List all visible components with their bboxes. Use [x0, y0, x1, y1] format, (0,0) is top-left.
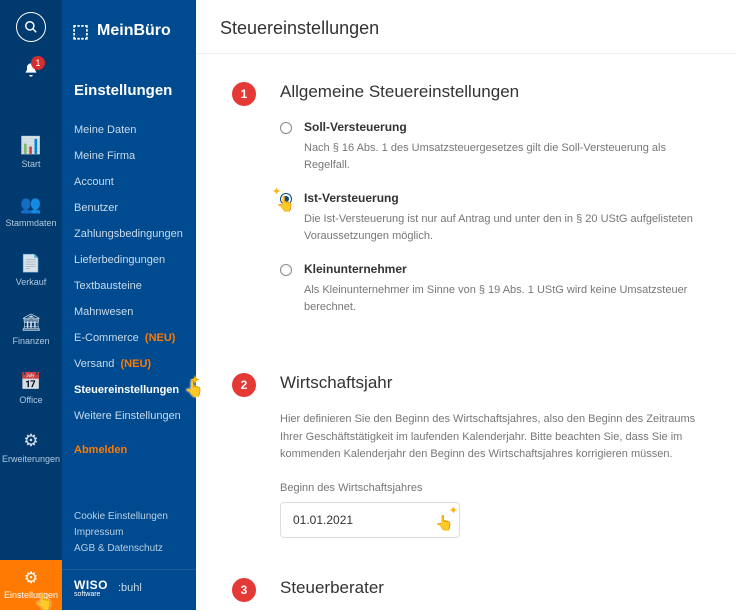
rail-stammdaten[interactable]: 👥 Stammdaten — [5, 195, 56, 228]
sidebar: ⬚ MeinBüro Einstellungen Meine Daten Mei… — [62, 0, 196, 610]
sidebar-item-steuer[interactable]: Steuereinstellungen ✦ 👆 — [62, 377, 196, 403]
sidebar-item-versand[interactable]: Versand (NEU) — [62, 351, 196, 377]
rail-settings[interactable]: ⚙ Einstellungen 👆 — [0, 560, 62, 610]
notif-badge: 1 — [31, 56, 45, 70]
chart-icon: 📊 — [20, 136, 41, 156]
radio-soll[interactable]: Soll-Versteuerung — [280, 120, 696, 134]
footer-agb[interactable]: AGB & Datenschutz — [74, 543, 184, 554]
doc-icon: 📄 — [20, 254, 41, 274]
section-badge-1: 1 — [232, 82, 256, 106]
bank-icon: 🏛 — [20, 313, 42, 333]
radio-icon — [280, 264, 292, 276]
sidebar-item-meine-firma[interactable]: Meine Firma — [62, 143, 196, 169]
people-icon: 👥 — [20, 195, 41, 215]
radio-soll-desc: Nach § 16 Abs. 1 des Umsatzsteuergesetze… — [304, 140, 696, 173]
sidebar-item-textbaust[interactable]: Textbausteine — [62, 273, 196, 299]
sidebar-title: Einstellungen — [62, 62, 196, 117]
sidebar-item-meine-daten[interactable]: Meine Daten — [62, 117, 196, 143]
fiscal-year-input[interactable]: 01.01.2021 — [280, 502, 460, 538]
extension-icon: ⚙ — [23, 431, 38, 451]
radio-ist-desc: Die Ist-Versteuerung ist nur auf Antrag … — [304, 211, 696, 244]
section-badge-2: 2 — [232, 373, 256, 397]
brand-icon: ⬚ — [72, 21, 89, 42]
section-general-tax: 1 Allgemeine Steuereinstellungen Soll-Ve… — [232, 82, 696, 333]
radio-icon — [280, 193, 292, 205]
rail-verkauf[interactable]: 📄 Verkauf — [16, 254, 47, 287]
icon-rail: 1 📊 Start 👥 Stammdaten 📄 Verkauf 🏛 Finan… — [0, 0, 62, 610]
section-tax-advisor: 3 Steuerberater Beraternummer 654321 👆 ✦ — [232, 578, 696, 610]
sidebar-item-liefer[interactable]: Lieferbedingungen — [62, 247, 196, 273]
sidebar-item-zahlung[interactable]: Zahlungsbedingungen — [62, 221, 196, 247]
main: Steuereinstellungen 1 Allgemeine Steuere… — [196, 0, 736, 610]
notifications-button[interactable]: 1 — [23, 62, 39, 81]
section-title-2: Wirtschaftsjahr — [280, 373, 696, 393]
fiscal-year-label: Beginn des Wirtschaftsjahres — [280, 482, 696, 494]
search-button[interactable] — [16, 12, 46, 42]
section-desc-2: Hier definieren Sie den Beginn des Wirts… — [280, 411, 696, 464]
section-title-1: Allgemeine Steuereinstellungen — [280, 82, 696, 102]
buhl-logo: :buhl — [118, 582, 142, 594]
sidebar-item-benutzer[interactable]: Benutzer — [62, 195, 196, 221]
radio-ist[interactable]: Ist-Versteuerung 👆 ✦ — [280, 191, 696, 205]
radio-klein-desc: Als Kleinunternehmer im Sinne von § 19 A… — [304, 282, 696, 315]
gear-icon: ⚙ — [24, 568, 38, 588]
section-fiscal-year: 2 Wirtschaftsjahr Hier definieren Sie de… — [232, 373, 696, 538]
rail-erweiterungen[interactable]: ⚙ Erweiterungen — [2, 431, 60, 464]
radio-klein[interactable]: Kleinunternehmer — [280, 262, 696, 276]
sidebar-item-mahnwesen[interactable]: Mahnwesen — [62, 299, 196, 325]
radio-icon — [280, 122, 292, 134]
sidebar-item-ecommerce[interactable]: E-Commerce (NEU) — [62, 325, 196, 351]
sidebar-logout[interactable]: Abmelden — [62, 437, 196, 456]
footer-cookie[interactable]: Cookie Einstellungen — [74, 511, 184, 522]
section-title-3: Steuerberater — [280, 578, 696, 598]
rail-office[interactable]: 📅 Office — [19, 372, 42, 405]
brand-footer: WISOsoftware :buhl — [62, 569, 196, 610]
sidebar-item-account[interactable]: Account — [62, 169, 196, 195]
section-badge-3: 3 — [232, 578, 256, 602]
sidebar-footer: Cookie Einstellungen Impressum AGB & Dat… — [62, 501, 196, 569]
rail-finanzen[interactable]: 🏛 Finanzen — [12, 313, 49, 346]
footer-impressum[interactable]: Impressum — [74, 527, 184, 538]
brand: ⬚ MeinBüro — [62, 0, 196, 62]
rail-start[interactable]: 📊 Start — [20, 136, 41, 169]
wiso-logo: WISOsoftware — [74, 578, 108, 598]
sidebar-item-weitere[interactable]: Weitere Einstellungen — [62, 403, 196, 429]
page-title: Steuereinstellungen — [196, 0, 736, 54]
calendar-icon: 📅 — [20, 372, 41, 392]
